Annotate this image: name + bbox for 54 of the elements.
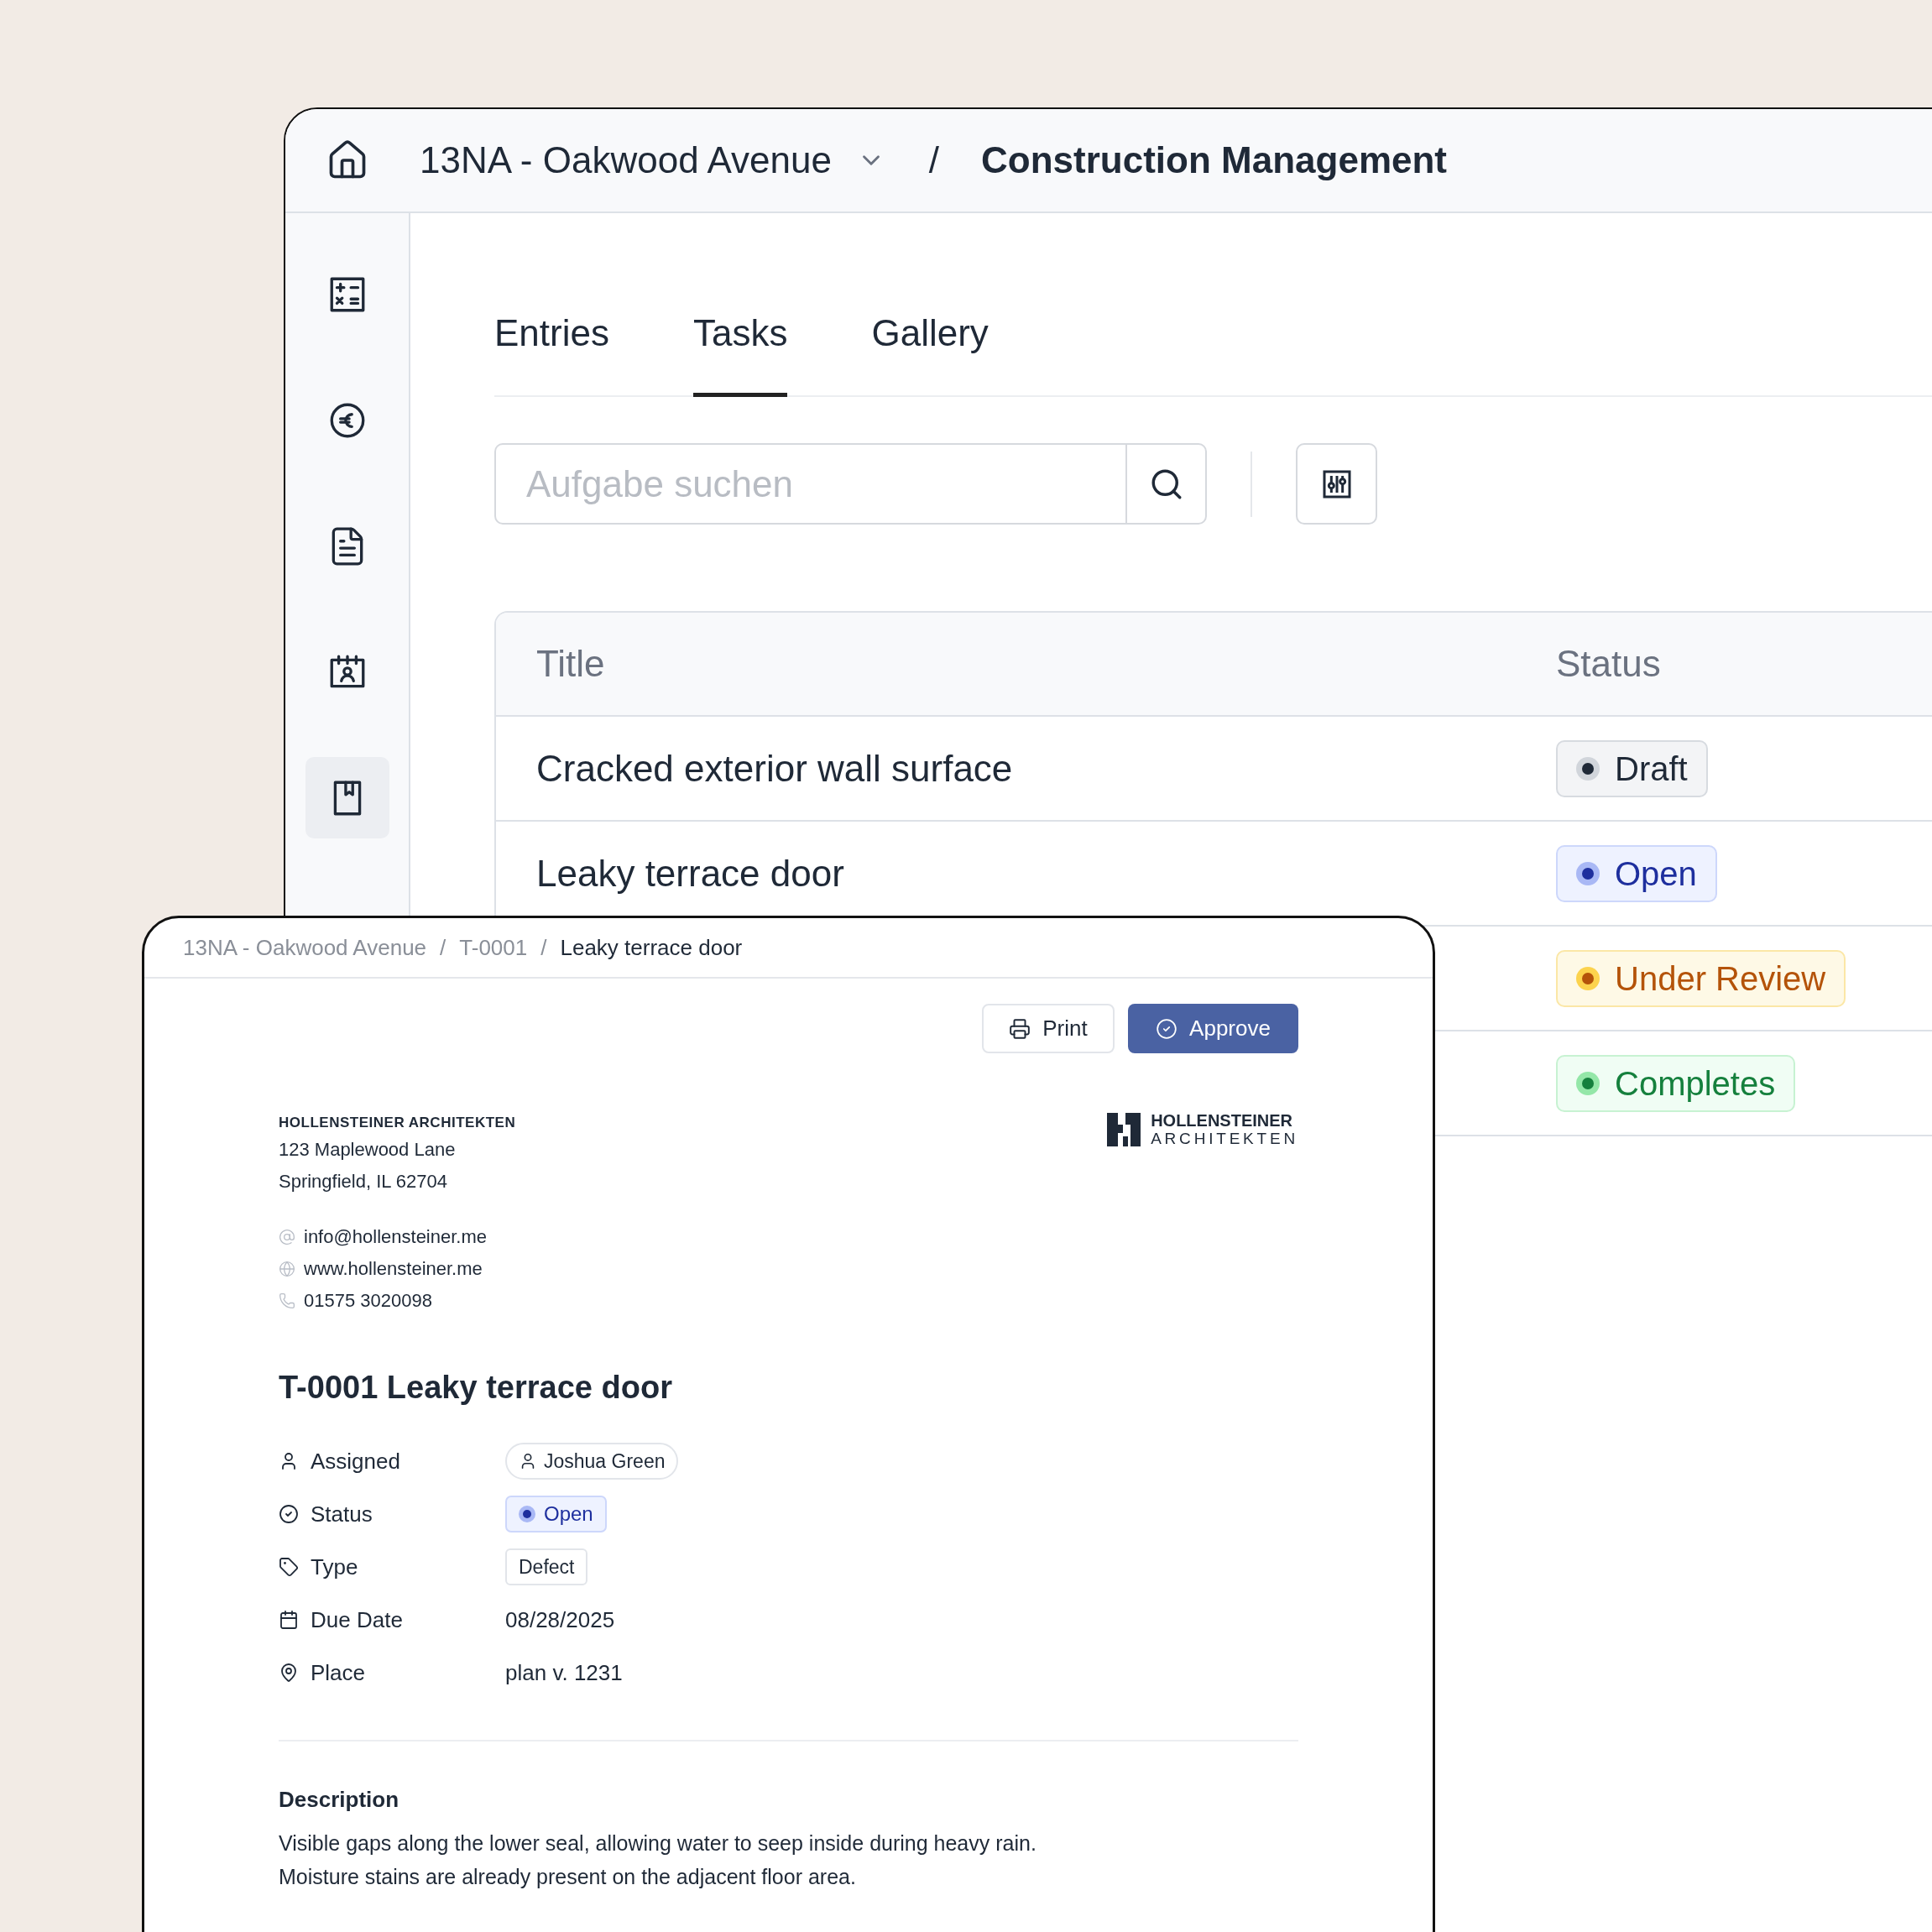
- address-line: 123 Maplewood Lane: [279, 1137, 457, 1162]
- check-circle-icon: [279, 1504, 299, 1524]
- field-label: Type: [311, 1553, 358, 1581]
- contact-text: info@hollensteiner.me: [304, 1225, 487, 1249]
- status-badge: Under Review: [1556, 949, 1846, 1007]
- search-button[interactable]: [1125, 443, 1207, 525]
- page-title: Construction Management: [981, 138, 1447, 182]
- logo-mark-icon: [1107, 1113, 1141, 1146]
- at-icon: [279, 1228, 295, 1245]
- column-header: Status: [1556, 643, 1661, 684]
- logo-text: HOLLENSTEINER: [1151, 1112, 1294, 1130]
- type-tag: Defect: [505, 1548, 588, 1585]
- contact-text: 01575 3020098: [304, 1289, 432, 1313]
- column-header: Title: [536, 643, 605, 684]
- status-badge: Open: [505, 1496, 607, 1533]
- field-label: Place: [311, 1658, 366, 1687]
- print-button[interactable]: Print: [982, 1004, 1115, 1053]
- field-value: 08/28/2025: [505, 1606, 615, 1634]
- field-label: Status: [311, 1500, 373, 1528]
- company-name: HOLLENSTEINER ARCHITEKTEN: [279, 1114, 516, 1132]
- description-text: Moisture stains are already present on the adjacent floor area.: [279, 1863, 857, 1890]
- description-heading: Description: [279, 1785, 400, 1814]
- field-label: Assigned: [311, 1447, 400, 1475]
- logo-subtext: ARCHITEKTEN: [1151, 1130, 1298, 1147]
- task-title[interactable]: Leaky terrace door: [536, 852, 844, 894]
- field-value: plan v. 1231: [505, 1658, 623, 1687]
- assignee-chip: Joshua Green: [505, 1443, 679, 1480]
- status-badge: Open: [1556, 844, 1717, 902]
- description-text: Visible gaps along the lower seal, allowing water to seep inside during heavy rain.: [279, 1830, 1037, 1856]
- search-field[interactable]: Aufgabe suchen: [494, 443, 1125, 525]
- task-heading: T-0001 Leaky terrace door: [279, 1368, 673, 1407]
- tag-icon: [279, 1557, 299, 1577]
- printer-icon: [1009, 1017, 1031, 1040]
- sidebar-item[interactable]: [305, 757, 389, 838]
- breadcrumb-separator: /: [440, 933, 446, 962]
- status-badge: Completes: [1556, 1054, 1796, 1112]
- map-pin-icon: [279, 1663, 299, 1683]
- phone-icon: [279, 1292, 295, 1309]
- task-title[interactable]: Cracked exterior wall surface: [536, 747, 1013, 789]
- contact-text: www.hollensteiner.me: [304, 1257, 483, 1281]
- project-name[interactable]: 13NA - Oakwood Avenue: [420, 133, 832, 188]
- tab[interactable]: Tasks: [692, 305, 788, 397]
- address-line: Springfield, IL 62704: [279, 1169, 448, 1193]
- breadcrumb-separator: /: [928, 138, 940, 182]
- tab[interactable]: Entries: [494, 305, 609, 397]
- filter-button[interactable]: [1296, 443, 1377, 525]
- calendar-icon: [279, 1610, 299, 1630]
- check-circle-icon: [1156, 1017, 1178, 1040]
- approve-button[interactable]: Approve: [1128, 1004, 1298, 1053]
- field-label: Due Date: [311, 1606, 403, 1634]
- breadcrumb-separator: /: [540, 933, 547, 962]
- tab[interactable]: Gallery: [871, 305, 989, 397]
- globe-icon: [279, 1260, 295, 1277]
- status-badge: Draft: [1556, 739, 1708, 797]
